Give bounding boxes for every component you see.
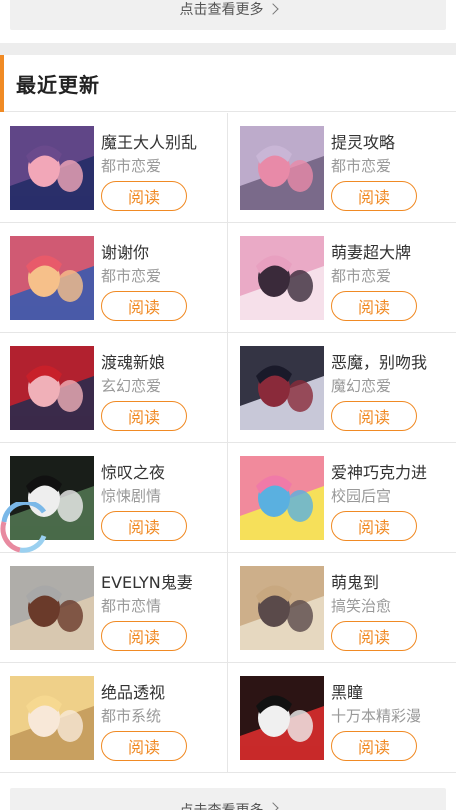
comic-title[interactable]: 提灵攻略 xyxy=(331,129,395,153)
view-more-button-bottom[interactable]: 点击查看更多 xyxy=(10,788,446,810)
comic-card[interactable]: 绝品透视都市系统阅读 xyxy=(0,663,228,773)
comic-genre: 十万本精彩漫 xyxy=(331,707,422,725)
comic-cover-image[interactable] xyxy=(10,676,94,760)
comic-cover-image[interactable] xyxy=(240,126,324,210)
comic-row: 谢谢你 都市恋爱 阅读 萌妻超大牌 都市恋爱 阅读 xyxy=(0,223,456,333)
comic-card[interactable]: 爱神巧克力进校园后宫阅读 xyxy=(230,443,456,553)
read-button[interactable]: 阅读 xyxy=(101,181,187,211)
comic-genre: 玄幻恋爱 xyxy=(101,377,162,395)
recent-updates-section: 最近更新 魔王大人别乱 都市恋爱 阅读 提灵攻略 都市恋爱 阅读 谢谢你 都市恋爱 阅读 萌妻超大… xyxy=(0,55,456,810)
comic-card[interactable]: 谢谢你 都市恋爱 阅读 xyxy=(0,223,228,333)
comic-row: 惊叹之夜 惊悚剧情 阅读 爱神巧克力进 校园后宫 阅读 xyxy=(0,443,456,553)
read-button[interactable]: 阅读 xyxy=(331,401,417,431)
read-button[interactable]: 阅读 xyxy=(101,621,187,651)
comic-title[interactable]: 绝品透视 xyxy=(101,679,165,703)
read-button[interactable]: 阅读 xyxy=(331,731,417,761)
comic-genre: 都市恋爱 xyxy=(331,267,392,285)
comic-cover-image[interactable] xyxy=(10,346,94,430)
comic-cover-image[interactable] xyxy=(240,566,324,650)
read-button[interactable]: 阅读 xyxy=(331,181,417,211)
comic-title[interactable]: 恶魔，别吻我 xyxy=(331,349,427,373)
comic-title[interactable]: 魔王大人别乱 xyxy=(101,129,197,153)
comic-row: EVELYN鬼妻 都市恋情 阅读 萌鬼到 搞笑治愈 阅读 xyxy=(0,553,456,663)
comic-genre: 都市恋爱 xyxy=(331,157,392,175)
comic-genre: 惊悚剧情 xyxy=(101,487,162,505)
comic-genre: 校园后宫 xyxy=(331,487,392,505)
section-accent-bar xyxy=(0,55,4,112)
read-button[interactable]: 阅读 xyxy=(331,291,417,321)
top-more-bar: 点击查看更多 xyxy=(0,0,456,43)
loading-spinner-icon xyxy=(0,502,47,553)
view-more-label: 点击查看更多 xyxy=(179,2,264,18)
view-more-button-top[interactable]: 点击查看更多 xyxy=(10,0,446,30)
comic-genre: 魔幻恋爱 xyxy=(331,377,392,395)
comic-grid: 魔王大人别乱 都市恋爱 阅读 提灵攻略 都市恋爱 阅读 谢谢你 都市恋爱 阅读 萌妻超大牌 都市恋爱… xyxy=(0,113,456,773)
comic-row: 绝品透视 都市系统 阅读 黑瞳 十万本精彩漫 阅读 xyxy=(0,663,456,773)
comic-genre: 搞笑治愈 xyxy=(331,597,392,615)
chevron-right-icon xyxy=(266,802,279,810)
comic-genre: 都市恋爱 xyxy=(101,157,162,175)
comic-genre: 都市系统 xyxy=(101,707,162,725)
comic-genre: 都市恋情 xyxy=(101,597,162,615)
comic-cover-image[interactable] xyxy=(240,456,324,540)
comic-cover-image[interactable] xyxy=(10,126,94,210)
read-button[interactable]: 阅读 xyxy=(331,511,417,541)
comic-title[interactable]: 谢谢你 xyxy=(101,239,149,263)
comic-card[interactable]: 魔王大人别乱都市恋爱阅读 xyxy=(0,113,228,223)
comic-card[interactable]: 黑瞳十万本精彩漫阅读 xyxy=(230,663,456,773)
read-button[interactable]: 阅读 xyxy=(101,511,187,541)
bottom-more-bar: 点击查看更多 xyxy=(0,776,456,810)
comic-card[interactable]: EVELYN鬼妻都市恋情阅读 xyxy=(0,553,228,663)
page: 点击查看更多 最近更新 魔王大人别乱 都市恋爱 阅读 提灵攻略 都市恋爱 阅读 谢谢你 都市恋… xyxy=(0,0,456,810)
read-button[interactable]: 阅读 xyxy=(331,621,417,651)
comic-cover-image[interactable] xyxy=(10,566,94,650)
comic-title[interactable]: 萌妻超大牌 xyxy=(331,239,411,263)
chevron-right-icon xyxy=(266,3,279,15)
comic-title[interactable]: 黑瞳 xyxy=(331,679,363,703)
comic-genre: 都市恋爱 xyxy=(101,267,162,285)
section-title: 最近更新 xyxy=(16,73,100,97)
comic-title[interactable]: 爱神巧克力进 xyxy=(331,459,427,483)
section-header: 最近更新 xyxy=(0,55,456,112)
comic-title[interactable]: EVELYN鬼妻 xyxy=(101,569,193,593)
comic-title[interactable]: 渡魂新娘 xyxy=(101,349,165,373)
comic-row: 渡魂新娘 玄幻恋爱 阅读 恶魔，别吻我 魔幻恋爱 阅读 xyxy=(0,333,456,443)
comic-cover-image[interactable] xyxy=(240,236,324,320)
read-button[interactable]: 阅读 xyxy=(101,731,187,761)
read-button[interactable]: 阅读 xyxy=(101,291,187,321)
comic-title[interactable]: 萌鬼到 xyxy=(331,569,379,593)
view-more-label: 点击查看更多 xyxy=(180,800,264,810)
read-button[interactable]: 阅读 xyxy=(101,401,187,431)
comic-card[interactable]: 渡魂新娘玄幻恋爱阅读 xyxy=(0,333,228,443)
comic-cover-image[interactable] xyxy=(240,346,324,430)
comic-cover-image[interactable] xyxy=(10,236,94,320)
comic-title[interactable]: 惊叹之夜 xyxy=(101,459,165,483)
comic-card[interactable]: 恶魔，别吻我魔幻恋爱阅读 xyxy=(230,333,456,443)
comic-cover-image[interactable] xyxy=(240,676,324,760)
comic-row: 魔王大人别乱 都市恋爱 阅读 提灵攻略 都市恋爱 阅读 xyxy=(0,113,456,223)
comic-card[interactable]: 萌妻超大牌都市恋爱阅读 xyxy=(230,223,456,333)
comic-card[interactable]: 萌鬼到 搞笑治愈 阅读 xyxy=(230,553,456,663)
comic-card[interactable]: 提灵攻略都市恋爱阅读 xyxy=(230,113,456,223)
